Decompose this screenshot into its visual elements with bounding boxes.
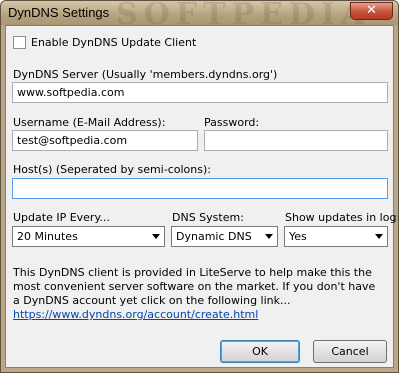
password-input[interactable] bbox=[204, 130, 388, 151]
username-label: Username (E-Mail Address): bbox=[13, 116, 166, 129]
dns-system-select[interactable]: Dynamic DNS bbox=[171, 226, 278, 247]
update-ip-select[interactable]: 20 Minutes bbox=[12, 226, 165, 247]
show-updates-label: Show updates in log: bbox=[285, 211, 399, 224]
show-updates-select[interactable]: Yes bbox=[284, 226, 388, 247]
dyndns-settings-window: SOFTPEDIA DynDNS Settings ✕ Enable DynDN… bbox=[0, 0, 399, 373]
chevron-down-icon bbox=[265, 234, 273, 239]
chevron-down-icon bbox=[375, 234, 383, 239]
dns-system-value: Dynamic DNS bbox=[176, 230, 252, 243]
update-ip-label: Update IP Every... bbox=[13, 211, 110, 224]
update-ip-value: 20 Minutes bbox=[17, 230, 78, 243]
hosts-input[interactable] bbox=[12, 178, 388, 199]
title-bar[interactable]: SOFTPEDIA DynDNS Settings ✕ bbox=[1, 1, 398, 32]
dns-system-label: DNS System: bbox=[172, 211, 244, 224]
dialog-body: Enable DynDNS Update Client DynDNS Serve… bbox=[5, 25, 398, 368]
password-label: Password: bbox=[204, 116, 260, 129]
ok-button[interactable]: OK bbox=[220, 340, 300, 363]
cancel-button[interactable]: Cancel bbox=[313, 340, 387, 363]
chevron-down-icon bbox=[152, 234, 160, 239]
enable-client-label[interactable]: Enable DynDNS Update Client bbox=[31, 36, 196, 49]
server-input[interactable]: www.softpedia.com bbox=[12, 82, 388, 103]
enable-client-checkbox[interactable] bbox=[13, 36, 26, 49]
hosts-label: Host(s) (Seperated by semi-colons): bbox=[13, 163, 211, 176]
close-icon[interactable]: ✕ bbox=[350, 2, 393, 20]
server-label: DynDNS Server (Usually 'members.dyndns.o… bbox=[13, 68, 278, 81]
window-title: DynDNS Settings bbox=[8, 5, 110, 20]
info-text: This DynDNS client is provided in LiteSe… bbox=[13, 266, 376, 307]
username-input[interactable]: test@softpedia.com bbox=[12, 130, 198, 151]
show-updates-value: Yes bbox=[289, 230, 307, 243]
create-account-link[interactable]: https://www.dyndns.org/account/create.ht… bbox=[13, 308, 258, 321]
